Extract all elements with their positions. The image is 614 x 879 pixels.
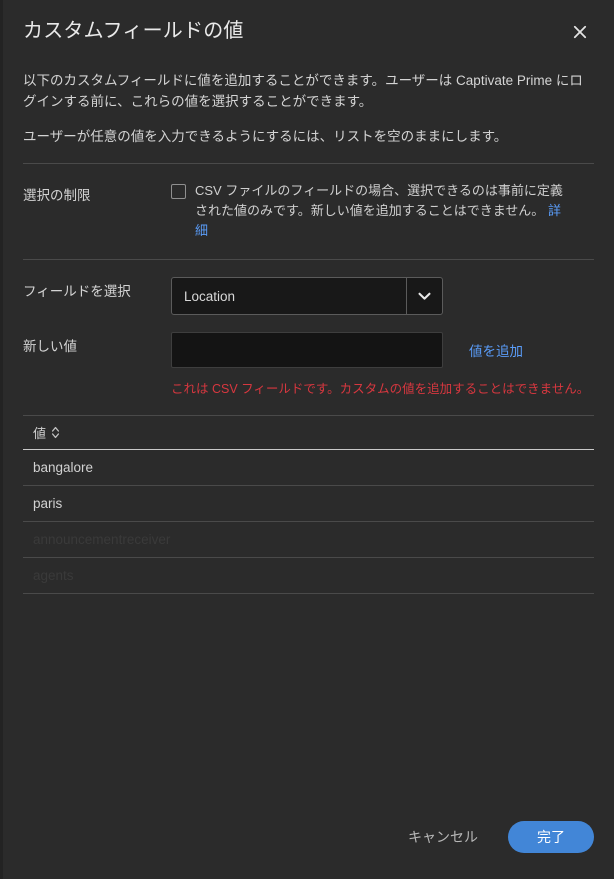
add-value-link[interactable]: 値を追加 [469, 340, 523, 360]
dialog-body: 以下のカスタムフィールドに値を追加することができます。ユーザーは Captiva… [3, 46, 614, 819]
new-value-control: 値を追加 これは CSV フィールドです。カスタムの値を追加することはできません… [171, 332, 594, 398]
intro-text: 以下のカスタムフィールドに値を追加することができます。ユーザーは Captiva… [23, 70, 594, 147]
field-select-value: Location [184, 288, 236, 304]
sort-updown-icon [51, 426, 60, 439]
table-row[interactable]: agents [23, 558, 594, 594]
table-cell-value: announcementreceiver [33, 532, 171, 547]
restriction-checkbox[interactable] [171, 184, 186, 199]
restriction-control: CSV ファイルのフィールドの場合、選択できるのは事前に定義された値のみです。新… [171, 181, 594, 241]
new-value-row: 新しい値 値を追加 これは CSV フィールドです。カスタムの値を追加することは… [23, 315, 594, 398]
restriction-description-text: CSV ファイルのフィールドの場合、選択できるのは事前に定義された値のみです。新… [195, 183, 563, 218]
table-header-row: 値 [23, 416, 594, 449]
table-cell-value: bangalore [33, 460, 94, 475]
field-select-label: フィールドを選択 [23, 284, 131, 299]
table-row[interactable]: announcementreceiver [23, 522, 594, 558]
csv-error-message: これは CSV フィールドです。カスタムの値を追加することはできません。 [171, 382, 590, 396]
field-select-row: フィールドを選択 Location [23, 260, 594, 315]
restriction-label: 選択の制限 [23, 188, 91, 203]
cancel-button[interactable]: キャンセル [394, 819, 492, 855]
restriction-description: CSV ファイルのフィールドの場合、選択できるのは事前に定義された値のみです。新… [195, 181, 567, 241]
chevron-down-icon [406, 278, 442, 314]
new-value-input[interactable] [171, 332, 443, 368]
done-button[interactable]: 完了 [508, 821, 594, 853]
table-row[interactable]: bangalore [23, 450, 594, 486]
column-header-value[interactable]: 値 [33, 423, 60, 442]
restriction-row: 選択の制限 CSV ファイルのフィールドの場合、選択できるのは事前に定義された値… [23, 164, 594, 241]
dialog-footer: キャンセル 完了 [3, 819, 614, 879]
intro-paragraph-2: ユーザーが任意の値を入力できるようにするには、リストを空のままにします。 [23, 129, 508, 144]
column-header-value-label: 値 [33, 426, 47, 441]
table-cell-value: agents [33, 568, 74, 583]
table-row[interactable]: paris [23, 486, 594, 522]
table-cell-value: paris [33, 496, 63, 511]
dialog-title: カスタムフィールドの値 [23, 20, 244, 42]
dialog-header: カスタムフィールドの値 [3, 0, 614, 46]
intro-paragraph-1: 以下のカスタムフィールドに値を追加することができます。ユーザーは Captiva… [23, 73, 583, 109]
close-icon[interactable] [566, 18, 594, 46]
field-select-dropdown[interactable]: Location [171, 277, 443, 315]
custom-field-values-dialog: カスタムフィールドの値 以下のカスタムフィールドに値を追加することができます。ユ… [0, 0, 614, 879]
values-table: 値 bangalore paris announcementreceiver a… [23, 415, 594, 594]
field-select-control: Location [171, 277, 594, 315]
new-value-label: 新しい値 [23, 339, 77, 354]
